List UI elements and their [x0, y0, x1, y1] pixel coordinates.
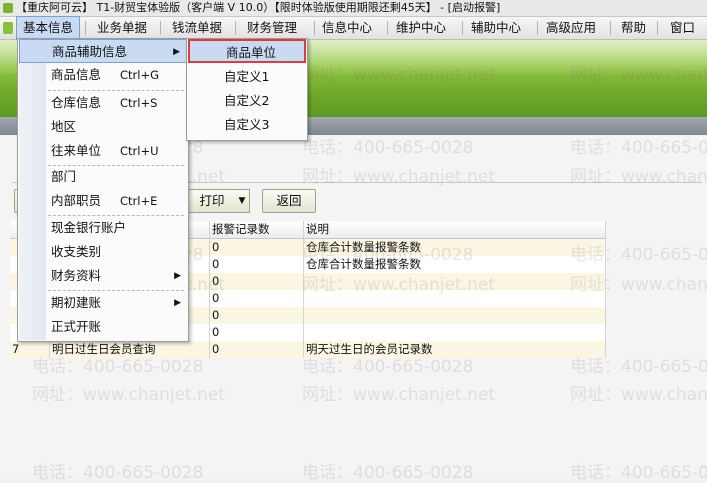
menu-separator: [610, 21, 611, 35]
menu-item-label: 内部职员: [51, 193, 102, 208]
menu-info-center[interactable]: 信息中心: [316, 17, 378, 39]
row-count: 0: [210, 324, 304, 341]
row-desc: 明天过生日的会员记录数: [304, 341, 606, 358]
menu-maintenance[interactable]: 维护中心: [390, 17, 452, 39]
menu-help[interactable]: 帮助: [615, 17, 652, 39]
menu-separator: [387, 21, 388, 35]
menu-item-label: 财务资料: [51, 268, 102, 283]
app-menu-icon[interactable]: [3, 22, 13, 34]
submenu-arrow-icon: ▶: [174, 298, 181, 308]
submenu-item-label: 商品单位: [226, 45, 277, 60]
menu-item-formal-open-account[interactable]: 正式开账: [19, 315, 187, 339]
menu-window[interactable]: 窗口: [664, 17, 701, 39]
back-button[interactable]: 返回: [262, 189, 316, 213]
menu-separator: [462, 21, 463, 35]
row-count: 0: [210, 256, 304, 273]
submenu-item-label: 自定义3: [224, 117, 270, 132]
row-count: 0: [210, 290, 304, 307]
submenu-item-label: 自定义2: [224, 93, 270, 108]
print-button[interactable]: 打印: [188, 189, 236, 213]
menu-item-label: 正式开账: [51, 319, 102, 334]
menu-separator: [657, 21, 658, 35]
menu-item-label: 收支类别: [51, 244, 102, 259]
menu-item-warehouse-info[interactable]: 仓库信息 Ctrl+S: [19, 91, 187, 115]
row-count: 0: [210, 239, 304, 256]
table-row[interactable]: 7 明日过生日会员查询 0 明天过生日的会员记录数: [10, 341, 606, 358]
submenu-item-custom-1[interactable]: 自定义1: [188, 65, 306, 89]
row-count: 0: [210, 273, 304, 290]
menu-item-label: 商品辅助信息: [52, 44, 128, 59]
menu-separator: [85, 21, 86, 35]
row-desc: [304, 324, 606, 341]
submenu-item-label: 自定义1: [224, 69, 270, 84]
menu-finance[interactable]: 财务管理: [241, 17, 303, 39]
row-desc: [304, 290, 606, 307]
menu-item-income-expense-category[interactable]: 收支类别: [19, 240, 187, 264]
column-header-count[interactable]: 报警记录数: [210, 221, 304, 238]
submenu-arrow-icon: ▶: [174, 271, 181, 281]
menu-cash-docs[interactable]: 钱流单据: [166, 17, 228, 39]
menu-separator: [537, 21, 538, 35]
row-count: 0: [210, 307, 304, 324]
menu-item-department[interactable]: 部门: [19, 165, 187, 189]
row-desc: 仓库合计数量报警条数: [304, 256, 606, 273]
menu-item-product-aux-info[interactable]: 商品辅助信息 ▶: [19, 39, 187, 63]
menu-item-label: 现金银行账户: [51, 220, 127, 235]
menu-item-label: 往来单位: [51, 143, 102, 158]
product-aux-info-submenu: 商品单位 自定义1 自定义2 自定义3: [186, 38, 308, 141]
row-name: 明日过生日会员查询: [50, 341, 210, 358]
title-bar: 【重庆阿可云】 T1-财贸宝体验版（客户端 V 10.0）【限时体验版使用期限还…: [0, 0, 707, 17]
menu-item-shortcut: Ctrl+E: [120, 194, 158, 208]
menu-item-label: 期初建账: [51, 295, 102, 310]
menu-bar: 基本信息 业务单据 钱流单据 财务管理 信息中心 维护中心 辅助中心 高级应用 …: [0, 16, 707, 40]
menu-basic-info[interactable]: 基本信息: [16, 16, 81, 40]
menu-item-label: 仓库信息: [51, 95, 102, 110]
menu-item-financial-data[interactable]: 财务资料 ▶: [19, 264, 187, 288]
menu-item-cash-bank-account[interactable]: 现金银行账户: [19, 216, 187, 240]
submenu-arrow-icon: ▶: [173, 47, 180, 57]
row-desc: [304, 307, 606, 324]
menu-item-product-info[interactable]: 商品信息 Ctrl+G: [19, 63, 187, 87]
menu-separator: [235, 21, 236, 35]
menu-item-label: 部门: [51, 169, 77, 184]
menu-item-shortcut: Ctrl+U: [120, 144, 159, 158]
menu-advanced[interactable]: 高级应用: [540, 17, 602, 39]
submenu-item-custom-2[interactable]: 自定义2: [188, 89, 306, 113]
menu-item-opening-setup[interactable]: 期初建账 ▶: [19, 291, 187, 315]
basic-info-dropdown: 商品辅助信息 ▶ 商品信息 Ctrl+G 仓库信息 Ctrl+S 地区 往来单位…: [17, 38, 189, 342]
menu-item-trading-partner[interactable]: 往来单位 Ctrl+U: [19, 139, 187, 163]
row-num: 7: [10, 341, 50, 358]
window-title: 【重庆阿可云】 T1-财贸宝体验版（客户端 V 10.0）【限时体验版使用期限还…: [16, 1, 501, 14]
app-icon: [3, 3, 13, 13]
submenu-item-custom-3[interactable]: 自定义3: [188, 113, 306, 137]
menu-auxiliary[interactable]: 辅助中心: [465, 17, 527, 39]
menu-item-shortcut: Ctrl+S: [120, 96, 158, 110]
menu-separator: [160, 21, 161, 35]
menu-item-shortcut: Ctrl+G: [120, 68, 160, 82]
menu-item-label: 地区: [51, 119, 77, 134]
menu-item-label: 商品信息: [51, 67, 102, 82]
row-count: 0: [210, 341, 304, 358]
column-header-desc[interactable]: 说明: [304, 221, 606, 238]
submenu-item-product-unit[interactable]: 商品单位: [188, 39, 306, 63]
row-desc: 仓库合计数量报警条数: [304, 239, 606, 256]
menu-separator: [314, 21, 315, 35]
menu-item-staff[interactable]: 内部职员 Ctrl+E: [19, 189, 187, 213]
row-desc: [304, 273, 606, 290]
menu-item-region[interactable]: 地区: [19, 115, 187, 139]
menu-business-docs[interactable]: 业务单据: [91, 17, 153, 39]
print-dropdown-arrow-icon[interactable]: ▼: [235, 189, 250, 213]
